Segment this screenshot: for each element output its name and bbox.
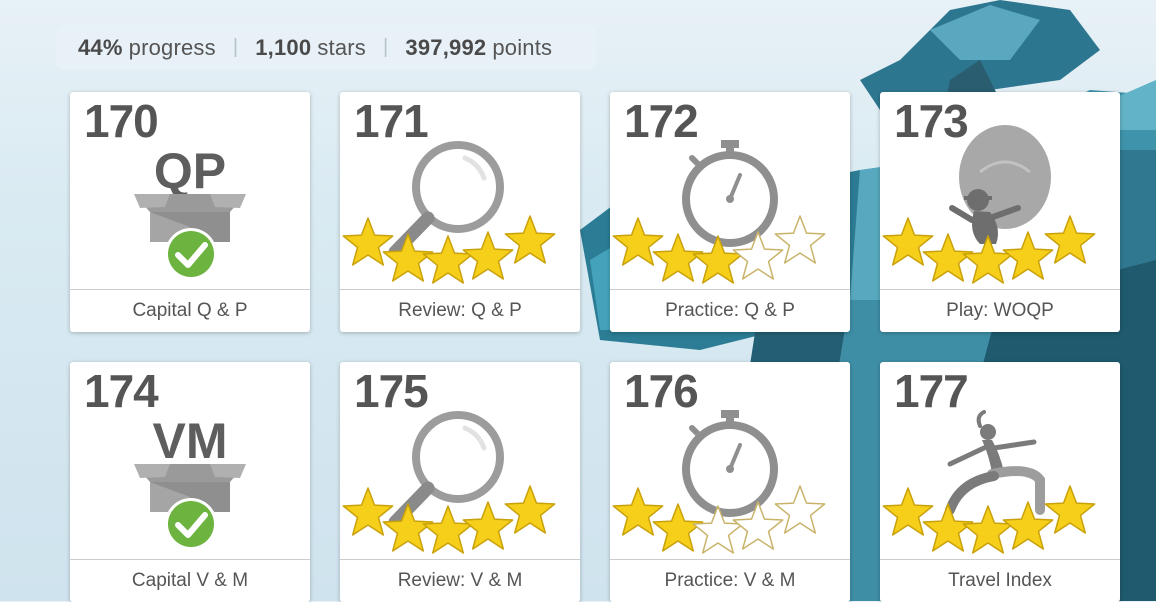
points-value: 397,992 [405,34,487,60]
lesson-card[interactable]: 171 Review: Q & P [340,92,580,332]
progress-summary-bar: 44% progress | 1,100 stars | 397,992 poi… [56,25,596,70]
lesson-grid: QP 170 Capital Q & P 171 Review: Q & P 1… [70,92,1120,602]
star-filled-icon [382,233,434,282]
lesson-number: 175 [354,365,429,417]
checkmark-icon [165,498,217,550]
star-filled-icon [342,217,394,266]
lesson-title: Practice: V & M [610,559,850,602]
star-empty-icon [774,215,826,264]
star-filled-icon [652,233,704,282]
svg-text:VM: VM [153,413,228,469]
star-filled-icon [922,233,974,282]
separator: | [232,36,239,58]
star-filled-icon [962,235,1014,284]
open-box-icon: VM [134,413,246,512]
star-filled-icon [504,215,556,264]
lesson-title: Practice: Q & P [610,289,850,332]
checkmark-icon [165,228,217,280]
progress-value: 44% [78,34,123,60]
separator: | [383,36,389,58]
star-filled-icon [612,217,664,266]
star-filled-icon [962,505,1014,554]
star-filled-icon [462,231,514,280]
star-filled-icon [882,217,934,266]
lesson-card[interactable]: 177 Travel Index [880,362,1120,602]
lesson-card[interactable]: 175 Review: V & M [340,362,580,602]
star-filled-icon [342,487,394,536]
star-filled-icon [882,487,934,536]
lesson-number: 174 [84,365,159,417]
points-label: points [492,34,553,60]
stars-label: stars [317,34,366,60]
star-filled-icon [462,501,514,550]
star-filled-icon [612,487,664,536]
star-filled-icon [652,503,704,552]
star-filled-icon [1044,485,1096,534]
lesson-number: 177 [894,365,969,417]
star-empty-icon [774,485,826,534]
star-filled-icon [1044,215,1096,264]
lesson-title: Capital V & M [70,559,310,602]
lesson-number: 171 [354,95,429,147]
star-filled-icon [422,235,474,284]
lesson-card[interactable]: 172 Practice: Q & P [610,92,850,332]
open-box-icon: QP [134,143,246,242]
star-filled-icon [1002,231,1054,280]
lesson-number: 173 [894,95,969,147]
star-filled-icon [1002,501,1054,550]
star-filled-icon [504,485,556,534]
lesson-title: Play: WOQP [880,289,1120,332]
lesson-title: Review: Q & P [340,289,580,332]
lesson-title: Travel Index [880,559,1120,602]
lesson-card[interactable]: 176 Practice: V & M [610,362,850,602]
running-person-icon [945,410,1045,515]
lesson-title: Review: V & M [340,559,580,602]
progress-label: progress [128,34,216,60]
lesson-card[interactable]: 173 Play: WOQP [880,92,1120,332]
stopwatch-icon [682,410,778,517]
star-filled-icon [922,503,974,552]
stars-value: 1,100 [255,34,312,60]
lesson-number: 172 [624,95,699,147]
lesson-card[interactable]: VM 174 Capital V & M [70,362,310,602]
lesson-number: 170 [84,95,159,147]
lesson-card[interactable]: QP 170 Capital Q & P [70,92,310,332]
lesson-title: Capital Q & P [70,289,310,332]
lesson-number: 176 [624,365,699,417]
stopwatch-icon [682,140,778,247]
star-filled-icon [422,505,474,554]
star-filled-icon [382,503,434,552]
svg-text:QP: QP [154,143,226,199]
